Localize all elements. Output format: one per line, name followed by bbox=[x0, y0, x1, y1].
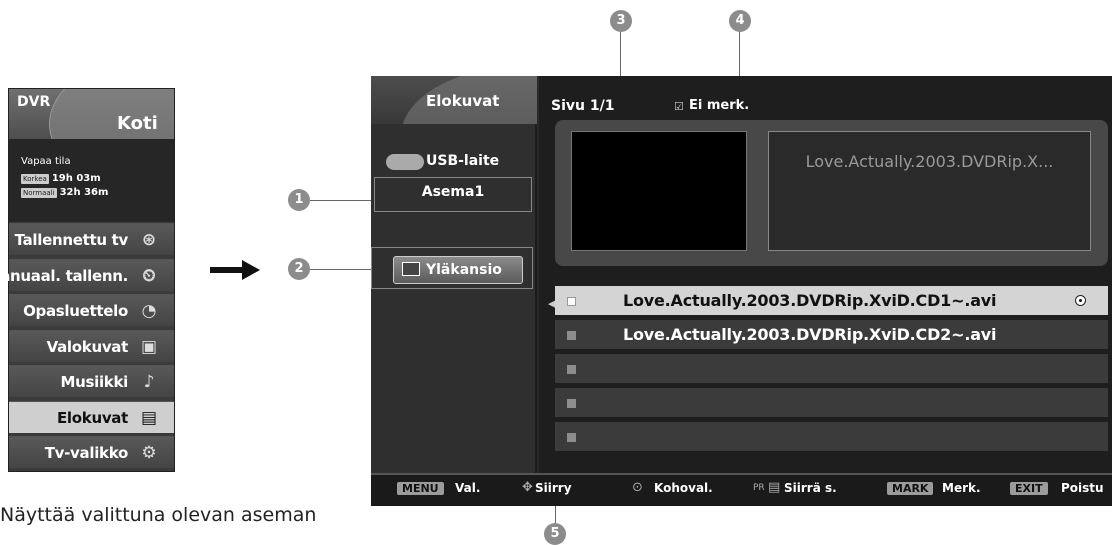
file-panel: Sivu 1/1 ☑ Ei merk. Love.Actually.2003.D… bbox=[539, 76, 1112, 473]
callout-3: 3 bbox=[610, 10, 632, 32]
sidebar: Elokuvat USB-laite Asema1 Yläkansio bbox=[371, 76, 537, 473]
move-arrows-icon: ✥ bbox=[522, 480, 533, 495]
menu-item-label: Opasluettelo bbox=[23, 302, 128, 320]
mark-key[interactable]: MARK bbox=[887, 482, 934, 495]
file-row[interactable] bbox=[555, 388, 1108, 419]
dvr-menu: DVR Koti Vapaa tila Korkea 19h 03m Norma… bbox=[0, 88, 175, 472]
menu-item-label: Tallennettu tv bbox=[14, 231, 129, 249]
pr-key-label: PR bbox=[753, 483, 765, 493]
select-hint: Kohoval. bbox=[654, 481, 713, 495]
row-checkbox[interactable] bbox=[567, 399, 576, 408]
exit-hint: Poistu bbox=[1061, 481, 1104, 495]
movie-file-icon: ▤ bbox=[140, 407, 158, 428]
dvr-menu-header: DVR Koti bbox=[9, 89, 174, 139]
dvr-title: DVR bbox=[17, 94, 51, 110]
callout-5: 5 bbox=[544, 523, 566, 545]
page-hint: Siirrä s. bbox=[784, 481, 837, 495]
file-name: Love.Actually.2003.DVDRip.XviD.CD2~.avi bbox=[623, 325, 997, 344]
file-row[interactable]: Love.Actually.2003.DVDRip.XviD.CD2~.avi bbox=[555, 320, 1108, 351]
row-checkbox[interactable] bbox=[567, 365, 576, 374]
quality-row-high: Korkea 19h 03m bbox=[21, 173, 101, 184]
up-folder-area: Yläkansio bbox=[371, 247, 533, 289]
film-reel-icon: ⊛ bbox=[141, 230, 157, 250]
menu-key[interactable]: MENU bbox=[397, 482, 444, 495]
menu-item[interactable]: Valokuvat ▣ bbox=[9, 329, 174, 362]
drive-label: Asema1 bbox=[421, 184, 485, 200]
menu-item-label: Valokuvat bbox=[46, 337, 129, 356]
file-row[interactable] bbox=[555, 422, 1108, 453]
menu-item[interactable]: Tallennettu tv ⊛ bbox=[9, 223, 174, 255]
file-row[interactable] bbox=[555, 354, 1108, 385]
bottom-help-bar: MENU Val. ✥ Siirry ⊙ Kohoval. PR ▤ Siirr… bbox=[371, 473, 1112, 506]
file-info-box: Love.Actually.2003.DVDRip.X... bbox=[768, 131, 1091, 251]
menu-item[interactable]: Elokuvat ▤ bbox=[9, 400, 174, 433]
music-note-icon: ♪ bbox=[143, 372, 155, 392]
quality-badge: Normaali bbox=[21, 187, 57, 198]
usb-device-label: USB-laite bbox=[426, 153, 500, 169]
up-folder-label: Yläkansio bbox=[426, 262, 502, 278]
menu-hint: Val. bbox=[455, 481, 481, 495]
photo-icon: ▣ bbox=[140, 336, 158, 357]
quality-time: 32h 36m bbox=[59, 187, 109, 198]
row-checkbox[interactable] bbox=[567, 331, 576, 340]
ok-button-icon: ⊙ bbox=[632, 480, 643, 495]
free-space-label: Vapaa tila bbox=[21, 156, 71, 167]
callout-4: 4 bbox=[729, 10, 751, 32]
file-name: Love.Actually.2003.DVDRip.XviD.CD1~.avi bbox=[623, 291, 997, 310]
folder-up-icon bbox=[402, 262, 420, 276]
quality-time: 19h 03m bbox=[51, 173, 101, 184]
playing-indicator-icon bbox=[1075, 295, 1086, 306]
section-title: Elokuvat bbox=[426, 92, 500, 110]
page-indicator: Sivu 1/1 bbox=[551, 98, 615, 114]
menu-item[interactable]: Opasluettelo ◔ bbox=[9, 294, 174, 326]
caption-text: Näyttää valittuna olevan aseman bbox=[0, 504, 317, 526]
timer-record-icon: ⏲ bbox=[142, 265, 156, 286]
exit-key[interactable]: EXIT bbox=[1010, 482, 1048, 495]
dvr-home-label[interactable]: Koti bbox=[117, 113, 158, 134]
preview-title: Love.Actually.2003.DVDRip.X... bbox=[805, 152, 1054, 171]
guide-clock-icon: ◔ bbox=[141, 301, 157, 321]
drive-item[interactable]: Asema1 bbox=[374, 177, 532, 212]
checkbox-icon: ☑ bbox=[674, 100, 684, 113]
settings-gears-icon: ⚙ bbox=[141, 443, 157, 463]
section-tab: Elokuvat bbox=[371, 76, 537, 124]
callout-2: 2 bbox=[288, 258, 310, 280]
page-rocker-icon: ▤ bbox=[768, 480, 781, 495]
row-checkbox[interactable] bbox=[567, 297, 576, 306]
video-thumbnail bbox=[571, 131, 747, 251]
menu-item-label: Elokuvat bbox=[56, 408, 128, 427]
movie-browser-screen: Elokuvat USB-laite Asema1 Yläkansio Sivu… bbox=[371, 76, 1112, 506]
right-arrow-icon bbox=[210, 260, 260, 280]
row-checkbox[interactable] bbox=[567, 433, 576, 442]
menu-item-label: Tv-valikko bbox=[44, 444, 129, 462]
move-hint: Siirry bbox=[535, 481, 572, 495]
quality-row-normal: Normaali 32h 36m bbox=[21, 187, 108, 198]
usb-icon bbox=[386, 154, 424, 170]
menu-item-label: Musiikki bbox=[60, 373, 128, 391]
preview-panel: Love.Actually.2003.DVDRip.X... bbox=[555, 120, 1108, 266]
up-folder-button[interactable]: Yläkansio bbox=[393, 256, 523, 284]
menu-item[interactable]: Musiikki ♪ bbox=[9, 365, 174, 397]
quality-badge: Korkea bbox=[21, 173, 49, 184]
mark-hint: Merk. bbox=[942, 481, 981, 495]
mark-status: Ei merk. bbox=[689, 98, 750, 113]
menu-item[interactable]: Manuaal. tallenn. ⏲ bbox=[0, 258, 174, 291]
file-row[interactable]: Love.Actually.2003.DVDRip.XviD.CD1~.avi bbox=[555, 286, 1108, 317]
callout-1: 1 bbox=[288, 189, 310, 211]
menu-item[interactable]: Tv-valikko ⚙ bbox=[9, 436, 174, 468]
free-space-panel: Vapaa tila Korkea 19h 03m Normaali 32h 3… bbox=[9, 139, 174, 222]
menu-item-label: Manuaal. tallenn. bbox=[0, 266, 128, 285]
